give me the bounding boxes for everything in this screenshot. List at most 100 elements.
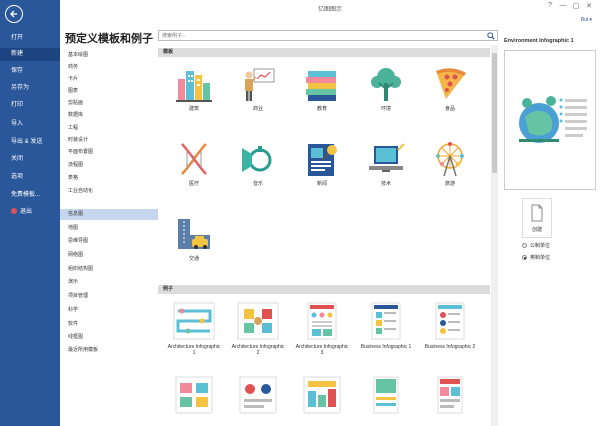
- dna-icon: [181, 143, 207, 175]
- nav-save[interactable]: 保存: [0, 65, 60, 78]
- category-item[interactable]: 线框图: [60, 332, 158, 343]
- template-food[interactable]: 食品: [422, 65, 478, 112]
- unit-metric[interactable]: 公制单位: [522, 242, 550, 249]
- nav-save-as[interactable]: 另存为: [0, 82, 60, 95]
- template-label: 食品: [444, 106, 455, 112]
- category-item[interactable]: 网络图: [60, 250, 158, 261]
- example-thumbnail: [307, 302, 337, 340]
- search-icon[interactable]: [487, 32, 495, 40]
- app-title: 亿图图示: [317, 7, 342, 13]
- category-item[interactable]: 科学: [60, 305, 158, 316]
- nav-export-send[interactable]: 导出 & 发送: [0, 136, 60, 149]
- category-item[interactable]: 工业自动化: [60, 186, 158, 197]
- template-travel[interactable]: 旅游: [422, 140, 478, 187]
- environment-infographic-preview: [505, 51, 595, 189]
- ferris-wheel-icon: [436, 142, 464, 177]
- category-item[interactable]: 平面布置图: [60, 147, 158, 158]
- category-item[interactable]: 工程: [60, 123, 158, 134]
- nav-close[interactable]: 关闭: [0, 153, 60, 166]
- template-technology[interactable]: 技术: [358, 140, 414, 187]
- gallery-scrollbar[interactable]: [491, 45, 498, 426]
- help-button[interactable]: ?: [544, 2, 556, 9]
- example-thumbnail-partial[interactable]: [294, 375, 350, 415]
- category-item[interactable]: 软件: [60, 319, 158, 330]
- laptop-icon: [369, 143, 405, 172]
- template-education[interactable]: 教育: [294, 65, 350, 112]
- template-transport[interactable]: 交通: [166, 215, 222, 262]
- example-thumbnail: [237, 302, 279, 340]
- example-architecture-infographic-1[interactable]: Architecture Infographic 1: [166, 301, 222, 356]
- example-thumbnail: [437, 376, 463, 414]
- nav-open[interactable]: 打开: [0, 32, 60, 45]
- example-business-infographic-1[interactable]: Business Infographic 1: [358, 301, 414, 350]
- nav-free-templates[interactable]: 免费模板...: [0, 189, 60, 202]
- nav-import[interactable]: 导入: [0, 118, 60, 131]
- example-thumbnail: [435, 302, 465, 340]
- minimize-button[interactable]: —: [557, 2, 569, 9]
- search-input[interactable]: [159, 31, 479, 40]
- user-menu[interactable]: Rui ▾: [581, 17, 592, 23]
- examples-section-header: 例子: [158, 285, 490, 294]
- example-architecture-infographic-2[interactable]: Architecture Infographic 2: [230, 301, 286, 356]
- template-environment[interactable]: 环境: [358, 65, 414, 112]
- template-architecture[interactable]: 建筑: [166, 65, 222, 112]
- template-label: 旅游: [444, 181, 455, 187]
- category-item[interactable]: 演示: [60, 277, 158, 288]
- nav-new[interactable]: 新建: [0, 48, 60, 61]
- back-button[interactable]: [5, 5, 23, 23]
- nav-print[interactable]: 打印: [0, 99, 60, 112]
- example-thumbnail: [373, 376, 399, 414]
- category-item[interactable]: 时装设计: [60, 135, 158, 146]
- unit-imperial[interactable]: 英制单位: [522, 254, 550, 261]
- example-thumbnail-partial[interactable]: [422, 375, 478, 415]
- category-item[interactable]: 商务: [60, 62, 158, 73]
- example-architecture-infographic-3[interactable]: Architecture Infographic 3: [294, 301, 350, 356]
- close-button[interactable]: ✕: [583, 2, 595, 10]
- category-item[interactable]: 基本绘图: [60, 50, 158, 61]
- template-music[interactable]: 音乐: [230, 140, 286, 187]
- template-medical[interactable]: 医疗: [166, 140, 222, 187]
- example-thumbnail-partial[interactable]: [166, 375, 222, 415]
- example-label: Architecture Infographic 3: [295, 344, 349, 356]
- create-button[interactable]: 创建: [522, 198, 552, 238]
- example-business-infographic-2[interactable]: Business Infographic 2: [422, 301, 478, 350]
- template-business[interactable]: 商业: [230, 65, 286, 112]
- template-news[interactable]: 新闻: [294, 140, 350, 187]
- example-thumbnail-partial[interactable]: [230, 375, 286, 415]
- example-thumbnail-partial[interactable]: [358, 375, 414, 415]
- maximize-button[interactable]: ▢: [570, 2, 582, 10]
- new-document-icon: [531, 204, 543, 222]
- template-label: 教育: [316, 106, 327, 112]
- category-item[interactable]: 地图: [60, 223, 158, 234]
- category-item[interactable]: 数据库: [60, 110, 158, 121]
- radio-imperial[interactable]: [522, 255, 527, 260]
- example-thumbnail: [239, 376, 277, 414]
- category-item[interactable]: 思维导图: [60, 236, 158, 247]
- search-box: [158, 30, 498, 41]
- example-label: Business Infographic 1: [360, 344, 412, 350]
- category-item[interactable]: 组织结构图: [60, 264, 158, 275]
- buildings-icon: [176, 71, 212, 102]
- preview-thumbnail: [504, 50, 596, 190]
- category-item[interactable]: 卡片: [60, 74, 158, 85]
- category-item-active[interactable]: 信息图: [60, 209, 158, 220]
- category-item[interactable]: 图表: [60, 86, 158, 97]
- exit-icon: [11, 208, 17, 214]
- nav-options[interactable]: 选项: [0, 171, 60, 184]
- category-item[interactable]: 最近所用模板: [60, 345, 158, 356]
- books-icon: [306, 71, 336, 101]
- template-label: 技术: [380, 181, 391, 187]
- category-item[interactable]: 流程图: [60, 160, 158, 171]
- unit-imperial-label: 英制单位: [530, 255, 551, 261]
- category-item[interactable]: 剪贴画: [60, 98, 158, 109]
- example-thumbnail: [175, 376, 213, 414]
- radio-metric[interactable]: [522, 243, 527, 248]
- scrollbar-thumb[interactable]: [492, 53, 497, 173]
- category-item[interactable]: 表格: [60, 173, 158, 184]
- pizza-icon: [436, 68, 466, 99]
- category-item[interactable]: 项目管理: [60, 291, 158, 302]
- create-label: 创建: [531, 227, 542, 233]
- category-panel: 预定义模板和例子 基本绘图 商务 卡片 图表 剪贴画 数据库 工程 时装设计 平…: [60, 16, 158, 426]
- tree-icon: [371, 68, 401, 101]
- nav-exit[interactable]: 退出: [0, 206, 60, 219]
